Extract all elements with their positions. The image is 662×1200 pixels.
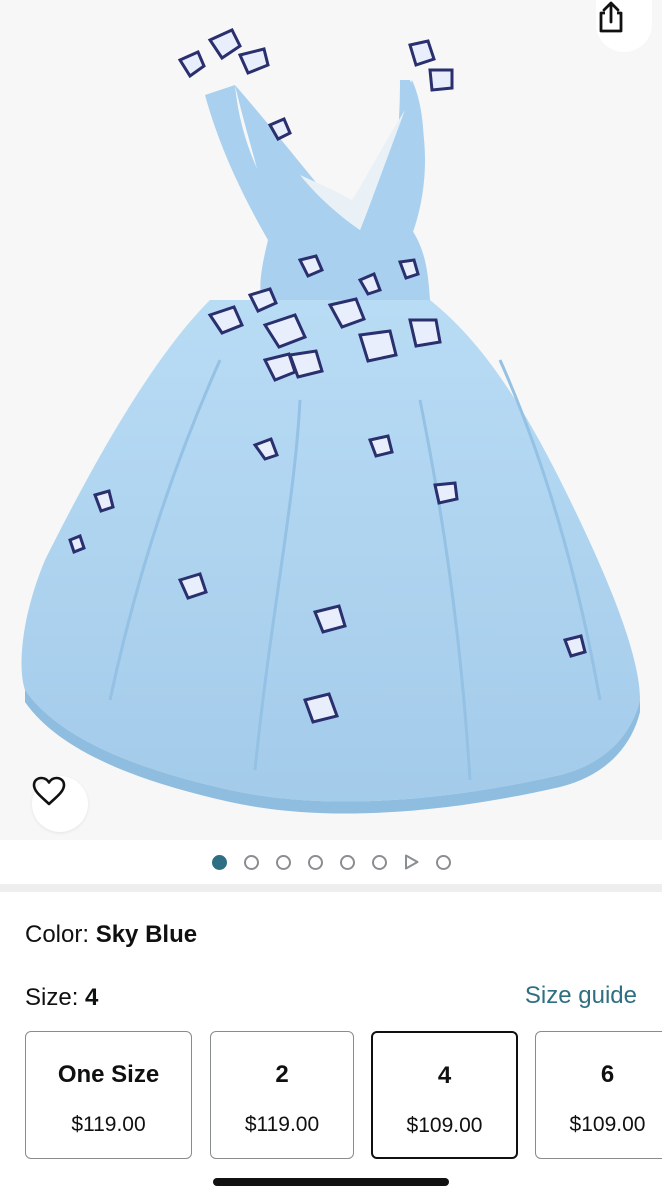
size-label: Size:	[25, 984, 79, 1011]
color-label: Color:	[25, 921, 90, 948]
size-option-price: $119.00	[244, 1113, 320, 1136]
carousel-dot[interactable]	[211, 854, 227, 870]
product-image[interactable]	[0, 0, 662, 840]
size-options-list: One Size $119.00 2 $119.00 4 $109.00 6 $…	[25, 1031, 662, 1159]
size-option-price: $109.00	[569, 1113, 646, 1136]
size-option-one-size[interactable]: One Size $119.00	[25, 1031, 192, 1159]
size-option-2[interactable]: 2 $119.00	[210, 1031, 354, 1159]
size-option-4[interactable]: 4 $109.00	[371, 1031, 518, 1159]
carousel-dot[interactable]	[275, 854, 291, 870]
carousel-video-indicator-icon[interactable]	[404, 854, 419, 870]
dress-illustration	[21, 28, 640, 814]
size-option-name: 2	[275, 1061, 289, 1088]
size-option-name: One Size	[57, 1061, 160, 1088]
size-option-name: 4	[437, 1062, 452, 1089]
size-option-price: $109.00	[406, 1114, 483, 1137]
share-icon	[599, 1, 623, 33]
carousel-dot[interactable]	[339, 854, 355, 870]
size-option-6[interactable]: 6 $109.00	[535, 1031, 662, 1159]
size-guide-link[interactable]: Size guide	[525, 982, 637, 1010]
wishlist-button[interactable]	[32, 776, 88, 832]
size-option-name: 6	[600, 1061, 615, 1088]
home-indicator	[213, 1178, 449, 1186]
size-option-price: $119.00	[71, 1113, 146, 1136]
size-value: 4	[85, 984, 99, 1011]
size-selection: Size: 4	[25, 984, 98, 1012]
section-divider	[0, 884, 662, 892]
heart-icon	[32, 776, 66, 806]
image-carousel-indicator	[0, 840, 662, 884]
carousel-dot[interactable]	[243, 854, 259, 870]
carousel-dot[interactable]	[307, 854, 323, 870]
carousel-dot[interactable]	[435, 854, 451, 870]
color-value: Sky Blue	[95, 921, 198, 948]
carousel-dot[interactable]	[371, 854, 387, 870]
color-selection: Color: Sky Blue	[25, 921, 197, 949]
